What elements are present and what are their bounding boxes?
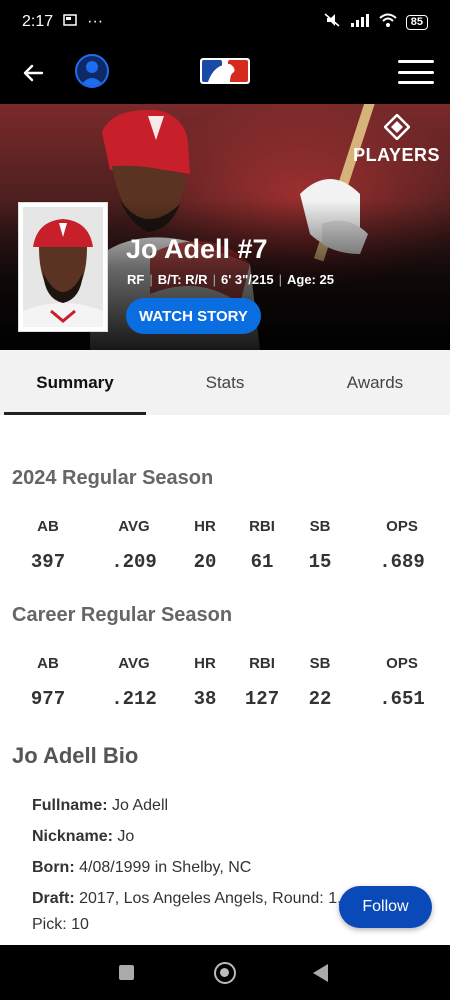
career-headers: AB AVG HR RBI SB OPS: [0, 655, 450, 672]
bio-label: Fullname:: [32, 797, 108, 814]
player-name: Jo Adell #7: [126, 234, 268, 264]
app-header: [0, 44, 450, 104]
bio-value: Jo: [112, 828, 135, 845]
player-position: RF: [127, 272, 145, 287]
stat-value: 15: [308, 551, 332, 573]
bio-fullname: Fullname: Jo Adell: [32, 797, 168, 815]
stat-value: 22: [308, 688, 332, 710]
bio-born: Born: 4/08/1999 in Shelby, NC: [32, 859, 251, 877]
meta-divider: |: [149, 272, 153, 287]
stat-value: .209: [111, 551, 157, 573]
stat-header: SB: [309, 655, 331, 672]
stat-header: RBI: [249, 655, 275, 672]
stat-header: AVG: [118, 655, 150, 672]
stat-value: 397: [30, 551, 66, 573]
player-age: Age: 25: [287, 272, 334, 287]
stat-value: .212: [111, 688, 157, 710]
season-2024-headers: AB AVG HR RBI SB OPS: [0, 518, 450, 535]
status-time: 2:17: [22, 13, 54, 30]
hamburger-menu-button[interactable]: [398, 60, 434, 84]
bio-value: Jo Adell: [107, 797, 169, 814]
mlb-players-logo: PLAYERS: [353, 113, 440, 166]
bio-label: Nickname:: [32, 828, 113, 845]
meta-divider: |: [278, 272, 282, 287]
season-2024-title: 2024 Regular Season: [12, 467, 214, 489]
tab-summary[interactable]: Summary: [0, 350, 150, 415]
stat-header: AB: [37, 655, 59, 672]
player-hero: PLAYERS Jo Adell #7 RF | B/T: R/R | 6' 3…: [0, 104, 450, 350]
mlb-logo[interactable]: [200, 58, 250, 84]
bio-draft: Draft: 2017, Los Angeles Angels, Round: …: [32, 890, 342, 908]
tab-bar: Summary Stats Awards: [0, 350, 450, 415]
player-height-weight: 6' 3"/215: [220, 272, 274, 287]
stat-value: .651: [379, 688, 425, 710]
back-triangle-icon[interactable]: [313, 964, 328, 982]
meta-divider: |: [212, 272, 216, 287]
arrow-left-icon: [23, 64, 44, 82]
player-meta: RF | B/T: R/R | 6' 3"/215 | Age: 25: [127, 272, 334, 287]
wifi-icon: [379, 13, 397, 32]
bio-label: Draft:: [32, 890, 75, 907]
player-headshot: [18, 202, 108, 332]
user-icon: [80, 61, 104, 86]
stat-value: .689: [379, 551, 425, 573]
stat-header: AVG: [118, 518, 150, 535]
stat-header: HR: [194, 518, 216, 535]
tab-awards[interactable]: Awards: [300, 350, 450, 415]
season-2024-values: 397 .209 20 61 15 .689: [0, 551, 450, 573]
stat-header: OPS: [386, 518, 418, 535]
back-button[interactable]: [18, 58, 48, 88]
battery-icon: 85: [405, 14, 428, 30]
players-diamond-icon: [382, 113, 411, 141]
bio-label: Born:: [32, 859, 75, 876]
home-icon[interactable]: [214, 962, 236, 984]
recent-apps-icon[interactable]: [119, 965, 134, 980]
bio-title: Jo Adell Bio: [12, 743, 139, 768]
stat-header: HR: [194, 655, 216, 672]
signal-icon: [350, 13, 370, 32]
stat-value: 127: [244, 688, 280, 710]
career-values: 977 .212 38 127 22 .651: [0, 688, 450, 710]
career-title: Career Regular Season: [12, 604, 233, 626]
stat-value: 977: [30, 688, 66, 710]
system-nav-bar: [0, 945, 450, 1000]
more-icon: ···: [87, 13, 104, 30]
stat-header: RBI: [249, 518, 275, 535]
bio-nickname: Nickname: Jo: [32, 828, 134, 846]
bio-value: 2017, Los Angeles Angels, Round: 1,: [74, 890, 342, 907]
bio-value: 4/08/1999 in Shelby, NC: [74, 859, 252, 876]
watch-story-button[interactable]: WATCH STORY: [126, 298, 261, 334]
bio-draft-pick: Pick: 10: [32, 916, 89, 933]
screen-icon: [63, 13, 77, 31]
stat-value: 38: [193, 688, 217, 710]
profile-avatar-button[interactable]: [75, 54, 109, 88]
mute-icon: [323, 12, 341, 33]
stat-header: AB: [37, 518, 59, 535]
tab-stats[interactable]: Stats: [150, 350, 300, 415]
stat-header: OPS: [386, 655, 418, 672]
player-bats-throws: B/T: R/R: [157, 272, 208, 287]
stat-value: 20: [193, 551, 217, 573]
stat-header: SB: [309, 518, 331, 535]
stat-value: 61: [250, 551, 274, 573]
follow-button[interactable]: Follow: [339, 886, 432, 928]
status-bar: 2:17 ··· 85: [0, 0, 450, 44]
summary-content: 2024 Regular Season AB AVG HR RBI SB OPS…: [0, 415, 450, 945]
